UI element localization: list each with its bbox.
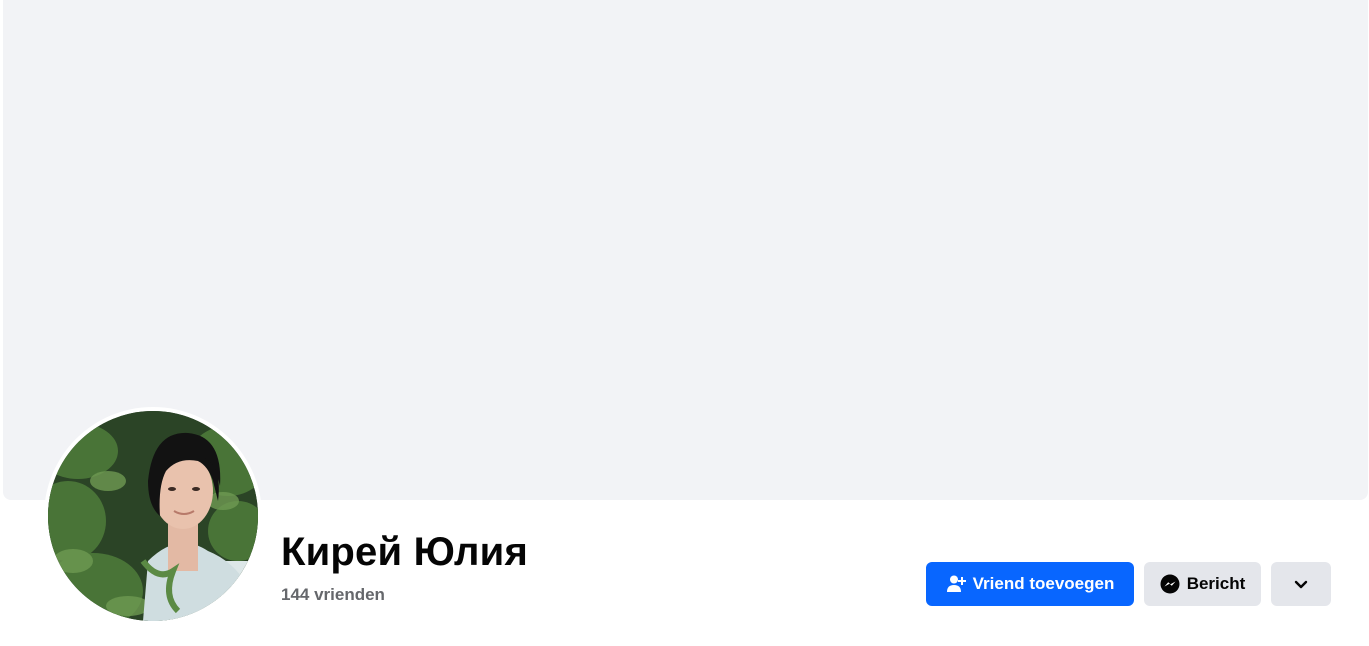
message-label: Bericht [1186, 574, 1246, 593]
friends-count-link[interactable]: 144 vrienden [281, 585, 385, 605]
person-add-icon [946, 574, 966, 594]
profile-name: Кирей Юлия [281, 530, 528, 574]
add-friend-label: Vriend toevoegen [972, 574, 1115, 593]
profile-picture[interactable] [48, 411, 258, 621]
chevron-down-icon [1293, 576, 1309, 592]
message-button[interactable]: Bericht [1144, 562, 1261, 606]
add-friend-button[interactable]: Vriend toevoegen [926, 562, 1134, 606]
profile-header: Кирей Юлия 144 vrienden Vriend toevoegen… [0, 0, 1369, 646]
messenger-icon [1160, 574, 1180, 594]
more-options-button[interactable] [1271, 562, 1331, 606]
profile-picture-image [48, 411, 258, 621]
profile-picture-ring [44, 407, 262, 625]
